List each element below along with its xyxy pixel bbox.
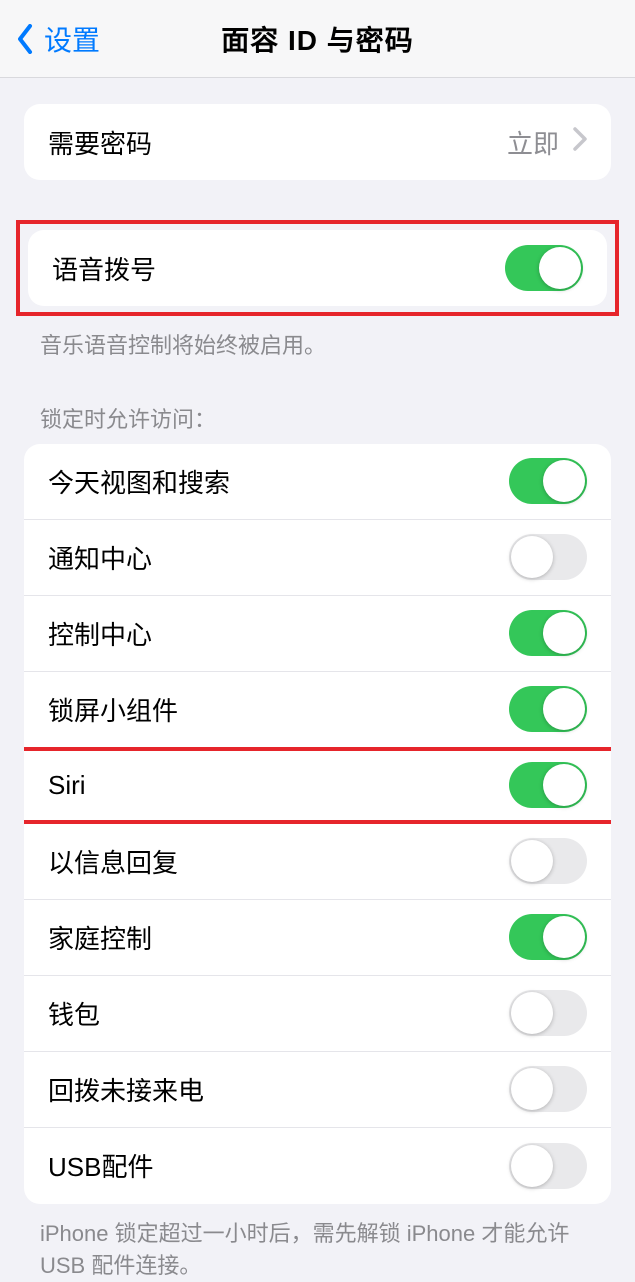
siri-toggle[interactable]: [509, 762, 587, 808]
usb-accessories-toggle[interactable]: [509, 1143, 587, 1189]
navbar: 设置 面容 ID 与密码: [0, 0, 635, 78]
voice-dial-highlight: 语音拨号: [16, 220, 619, 316]
require-passcode-value-wrap: 立即: [507, 124, 587, 161]
require-passcode-group: 需要密码 立即: [24, 104, 611, 180]
lock-widgets-toggle[interactable]: [509, 686, 587, 732]
require-passcode-value: 立即: [507, 124, 559, 161]
list-item-label: 今天视图和搜索: [48, 463, 230, 500]
home-control-toggle[interactable]: [509, 914, 587, 960]
list-item-label: 回拨未接来电: [48, 1071, 204, 1108]
list-item: USB配件: [24, 1128, 611, 1204]
list-item-label: 家庭控制: [48, 919, 152, 956]
today-view-toggle[interactable]: [509, 458, 587, 504]
list-item: 回拨未接来电: [24, 1052, 611, 1128]
require-passcode-row[interactable]: 需要密码 立即: [24, 104, 611, 180]
lock-access-header: 锁定时允许访问：: [0, 402, 635, 444]
page-title: 面容 ID 与密码: [221, 19, 414, 59]
lock-access-group: 今天视图和搜索通知中心控制中心锁屏小组件 Siri 以信息回复家庭控制钱包回拨未接来…: [24, 444, 611, 1204]
list-item-label: 钱包: [48, 995, 100, 1032]
list-item-label: 控制中心: [48, 615, 152, 652]
list-item: 家庭控制: [24, 900, 611, 976]
list-item-label: 以信息回复: [48, 843, 178, 880]
control-center-toggle[interactable]: [509, 610, 587, 656]
back-button[interactable]: 设置: [14, 19, 100, 59]
reply-with-message-toggle[interactable]: [509, 838, 587, 884]
chevron-left-icon: [16, 24, 34, 54]
chevron-right-icon: [559, 127, 587, 158]
back-label: 设置: [44, 19, 100, 59]
list-item-label: 通知中心: [48, 539, 152, 576]
require-passcode-label: 需要密码: [48, 124, 152, 161]
list-item-label: 锁屏小组件: [48, 691, 178, 728]
voice-dial-footer: 音乐语音控制将始终被启用。: [0, 316, 635, 362]
lock-access-footer: iPhone 锁定超过一小时后，需先解锁 iPhone 才能允许USB 配件连接…: [0, 1204, 635, 1282]
wallet-toggle[interactable]: [509, 990, 587, 1036]
list-item-label: Siri: [48, 770, 86, 801]
list-item: 以信息回复: [24, 824, 611, 900]
voice-dial-toggle[interactable]: [505, 245, 583, 291]
voice-dial-label: 语音拨号: [52, 250, 156, 287]
list-item: 钱包: [24, 976, 611, 1052]
list-item: 今天视图和搜索: [24, 444, 611, 520]
voice-dial-row: 语音拨号: [28, 230, 607, 306]
return-missed-calls-toggle[interactable]: [509, 1066, 587, 1112]
list-item: 锁屏小组件: [24, 672, 611, 748]
list-item: Siri: [24, 748, 611, 824]
list-item: 通知中心: [24, 520, 611, 596]
notification-center-toggle[interactable]: [509, 534, 587, 580]
voice-dial-group: 语音拨号: [28, 230, 607, 306]
list-item-label: USB配件: [48, 1147, 153, 1184]
list-item: 控制中心: [24, 596, 611, 672]
